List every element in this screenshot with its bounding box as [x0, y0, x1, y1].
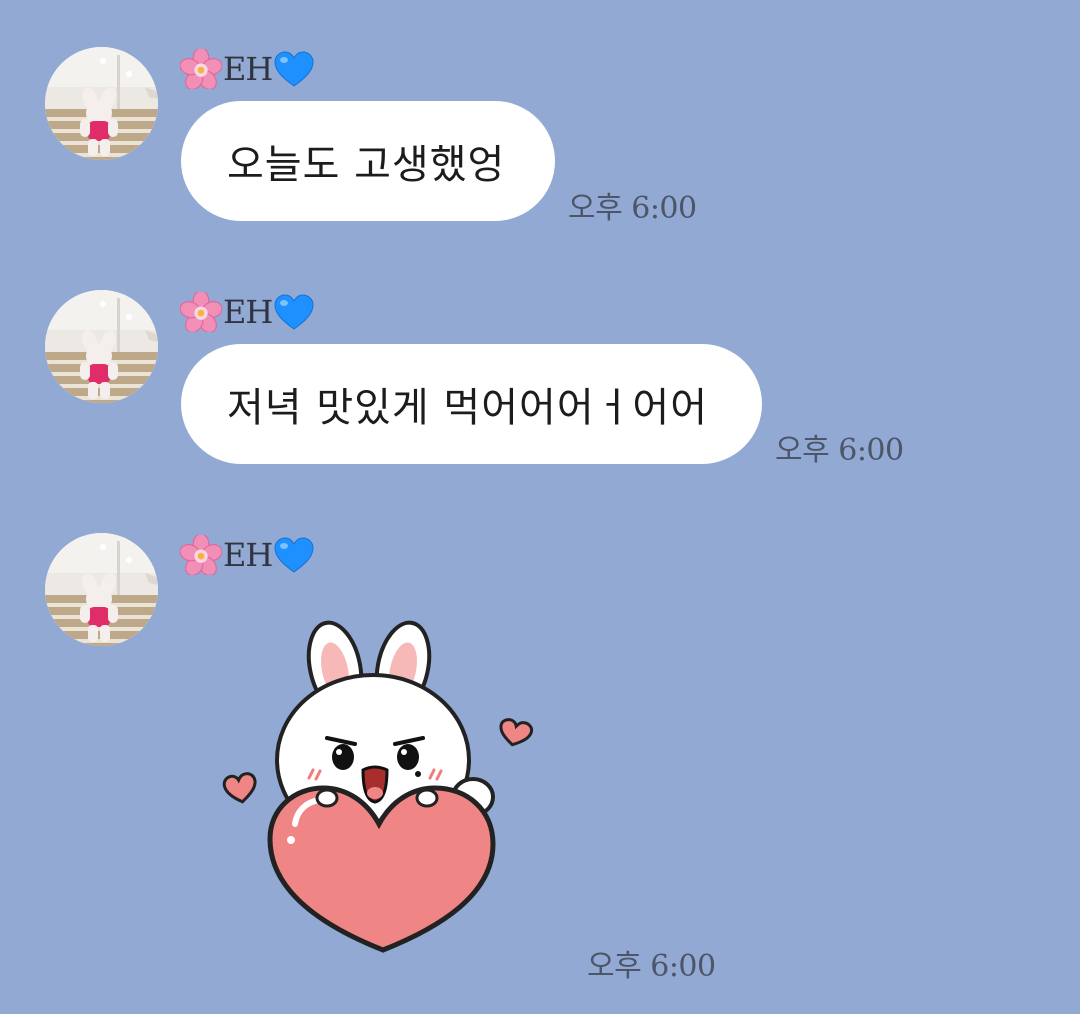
sender-name: EH: [180, 533, 315, 577]
sender-name-text: EH: [223, 50, 273, 88]
message-bubble[interactable]: 저녁 맛있게 먹어어어ㅓ어어: [181, 344, 762, 464]
blue-heart-icon: [274, 537, 314, 573]
sender-avatar[interactable]: [45, 47, 158, 160]
small-heart-icon: [222, 772, 257, 804]
message-bubble[interactable]: 오늘도 고생했엉: [181, 101, 555, 221]
blue-heart-icon: [274, 294, 314, 330]
sender-name: EH: [180, 290, 315, 334]
sender-name-text: EH: [223, 536, 273, 574]
message-timestamp: 오후 6:00: [568, 191, 697, 226]
avatar-image: [45, 533, 158, 646]
cherry-blossom-icon: [180, 535, 222, 575]
message-timestamp: 오후 6:00: [775, 433, 904, 468]
sender-name: EH: [180, 47, 315, 91]
message-timestamp: 오후 6:00: [587, 949, 716, 984]
blue-heart-icon: [274, 51, 314, 87]
avatar-image: [45, 47, 158, 160]
message-text: 오늘도 고생했엉: [227, 142, 506, 188]
sender-name-text: EH: [223, 293, 273, 331]
sender-avatar[interactable]: [45, 290, 158, 403]
small-heart-icon: [499, 718, 534, 747]
avatar-image: [45, 290, 158, 403]
sender-avatar[interactable]: [45, 533, 158, 646]
cherry-blossom-icon: [180, 49, 222, 89]
bunny-holding-heart-sticker[interactable]: [215, 612, 545, 962]
message-text: 저녁 맛있게 먹어어어ㅓ어어: [227, 385, 709, 431]
cherry-blossom-icon: [180, 292, 222, 332]
